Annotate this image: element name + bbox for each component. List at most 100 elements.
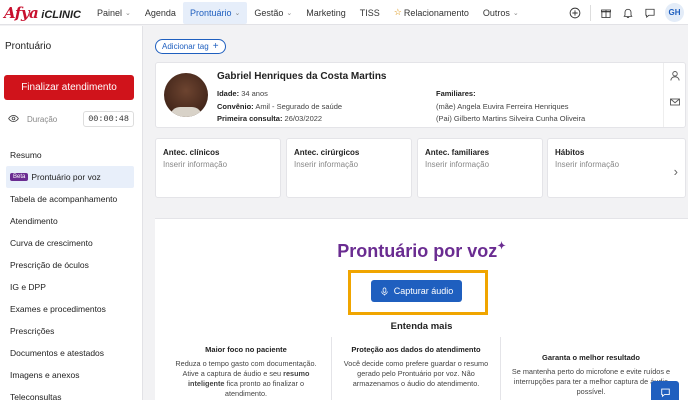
sidebar-item-prontuario-por-voz[interactable]: Beta Prontuário por voz: [6, 166, 134, 188]
sidebar-item-imagens[interactable]: Imagens e anexos: [0, 364, 142, 386]
family-member: (Pai) Gilberto Martins Silveira Cunha Ol…: [436, 114, 586, 123]
nav-divider: [590, 4, 591, 21]
afya-iclinic-logo[interactable]: Afya iCLINIC: [4, 4, 81, 22]
gift-icon[interactable]: [595, 7, 617, 19]
sidebar-title: Prontuário: [5, 41, 52, 52]
voice-title: Prontuário por voz✦: [155, 241, 688, 262]
antec-placeholder: Inserir informação: [555, 160, 620, 169]
nav-outros[interactable]: Outros ⌄: [476, 2, 526, 24]
insurance-value: Amil - Segurado de saúde: [255, 101, 343, 111]
insurance-label: Convênio:: [217, 101, 254, 111]
family-member: (mãe) Angela Euvira Ferreira Henriques: [436, 101, 569, 111]
habitos-card[interactable]: Hábitos Inserir informação: [547, 138, 686, 198]
duration-label: Duração: [27, 114, 58, 124]
chevron-down-icon: ⌄: [234, 9, 241, 17]
nav-marketing-label: Marketing: [306, 7, 346, 18]
patient-info: Idade: 34 anos Convênio: Amil - Segurado…: [217, 88, 342, 126]
sidebar-item-exames[interactable]: Exames e procedimentos: [0, 298, 142, 320]
logo-product: iCLINIC: [41, 9, 81, 21]
nav-gestao[interactable]: Gestão ⌄: [247, 2, 299, 24]
nav-prontuario[interactable]: Prontuário ⌄: [182, 1, 248, 24]
capture-audio-button[interactable]: Capturar áudio: [371, 280, 462, 302]
nav-relacionamento-label: Relacionamento: [403, 7, 469, 18]
info-column: Maior foco no paciente Reduza o tempo ga…: [161, 337, 331, 400]
nav-gestao-label: Gestão: [254, 7, 284, 18]
learn-more-heading: Entenda mais: [390, 321, 453, 332]
info-text: Você decide como prefere guardar o resum…: [343, 359, 489, 388]
first-visit-label: Primeira consulta:: [217, 114, 283, 123]
antec-clinicos-card[interactable]: Antec. clínicos Inserir informação: [155, 138, 281, 198]
info-column: Proteção aos dados do atendimento Você d…: [331, 337, 501, 400]
nav-marketing[interactable]: Marketing: [299, 2, 353, 24]
chevron-right-icon[interactable]: ›: [674, 164, 678, 179]
antec-placeholder: Inserir informação: [425, 160, 490, 169]
sidebar-item-curva[interactable]: Curva de crescimento: [0, 232, 142, 254]
sidebar-item-atendimento[interactable]: Atendimento: [0, 210, 142, 232]
sidebar-item-documentos[interactable]: Documentos e atestados: [0, 342, 142, 364]
chevron-down-icon: ⌄: [286, 9, 293, 17]
voice-record-panel: Prontuário por voz✦ Capturar áudio Enten…: [155, 218, 688, 400]
info-heading: Garanta o melhor resultado: [542, 353, 640, 362]
duration-timer: 00:00:48: [83, 111, 134, 127]
nav-painel[interactable]: Painel ⌄: [90, 2, 138, 24]
add-circle-icon[interactable]: [564, 7, 586, 19]
mail-icon[interactable]: [669, 96, 681, 108]
nav-relacionamento[interactable]: ☆ Relacionamento: [387, 2, 476, 24]
first-visit-value: 26/03/2022: [284, 114, 323, 123]
eye-icon[interactable]: [8, 113, 19, 126]
sidebar-item-resumo[interactable]: Resumo: [0, 144, 142, 166]
beta-badge: Beta: [10, 173, 29, 181]
plus-icon: +: [212, 41, 219, 52]
antec-familiares-card[interactable]: Antec. familiares Inserir informação: [417, 138, 543, 198]
patient-card: Gabriel Henriques da Costa Martins Idade…: [155, 62, 686, 128]
sidebar-item-label: Prontuário por voz: [31, 172, 101, 182]
nav-prontuario-label: Prontuário: [189, 7, 232, 18]
bell-icon[interactable]: [617, 7, 639, 19]
nav-outros-label: Outros: [482, 7, 510, 18]
antec-title: Hábitos: [555, 148, 585, 157]
chevron-down-icon: ⌄: [125, 9, 131, 17]
nav-menu: Painel ⌄ Agenda Prontuário ⌄ Gestão ⌄ Marke…: [90, 0, 526, 25]
star-icon: ☆: [393, 7, 402, 17]
family-label: Familiares:: [436, 89, 476, 98]
nav-tiss-label: TISS: [359, 7, 380, 18]
voice-title-text: Prontuário por voz: [337, 241, 498, 261]
antec-placeholder: Inserir informação: [163, 160, 228, 169]
nav-painel-label: Painel: [97, 7, 123, 18]
sidebar-item-oculos[interactable]: Prescrição de óculos: [0, 254, 142, 276]
person-icon[interactable]: [669, 70, 681, 82]
age-label: Idade:: [217, 89, 240, 98]
microphone-icon: [381, 286, 388, 295]
nav-tiss[interactable]: TISS: [353, 2, 387, 24]
sidebar-item-ig-dpp[interactable]: IG e DPP: [0, 276, 142, 298]
age-value: 34 anos: [241, 89, 268, 98]
top-navigation: Afya iCLINIC Painel ⌄ Agenda Prontuário ⌄ …: [0, 0, 688, 25]
finalize-button[interactable]: Finalizar atendimento: [4, 75, 134, 100]
sidebar-item-tabela[interactable]: Tabela de acompanhamento: [0, 188, 142, 210]
info-text: Reduza o tempo gasto com documentação. A…: [161, 359, 331, 399]
info-text-part: fica pronto ao finalizar o atendimento.: [224, 379, 304, 398]
add-tag-button[interactable]: Adicionar tag +: [155, 39, 226, 54]
duration-row: Duração 00:00:48: [8, 111, 134, 127]
sidebar-item-teleconsultas[interactable]: Teleconsultas: [0, 386, 142, 400]
chat-support-button[interactable]: [651, 381, 679, 400]
sparkle-icon: ✦: [497, 241, 506, 252]
patient-name: Gabriel Henriques da Costa Martins: [217, 71, 387, 82]
sidebar: Prontuário Finalizar atendimento Duração…: [0, 26, 143, 400]
antec-title: Antec. cirúrgicos: [294, 148, 360, 157]
logo-brand: Afya: [4, 4, 39, 22]
main-content: Adicionar tag + Gabriel Henriques da Cost…: [143, 26, 688, 400]
antec-cirurgicos-card[interactable]: Antec. cirúrgicos Inserir informação: [286, 138, 412, 198]
add-tag-label: Adicionar tag: [162, 42, 209, 51]
nav-agenda[interactable]: Agenda: [138, 2, 183, 24]
sidebar-item-prescricoes[interactable]: Prescrições: [0, 320, 142, 342]
user-avatar[interactable]: GH: [665, 3, 684, 22]
antec-placeholder: Inserir informação: [294, 160, 359, 169]
sidebar-menu: Resumo Beta Prontuário por voz Tabela de …: [0, 144, 142, 400]
chat-bubble-icon: [660, 388, 670, 397]
nav-agenda-label: Agenda: [144, 7, 176, 18]
nav-actions: GH: [564, 0, 688, 25]
family-info: Familiares: (mãe) Angela Euvira Ferreira…: [436, 88, 585, 126]
patient-side-actions: [663, 63, 685, 127]
chat-icon[interactable]: [639, 7, 661, 19]
